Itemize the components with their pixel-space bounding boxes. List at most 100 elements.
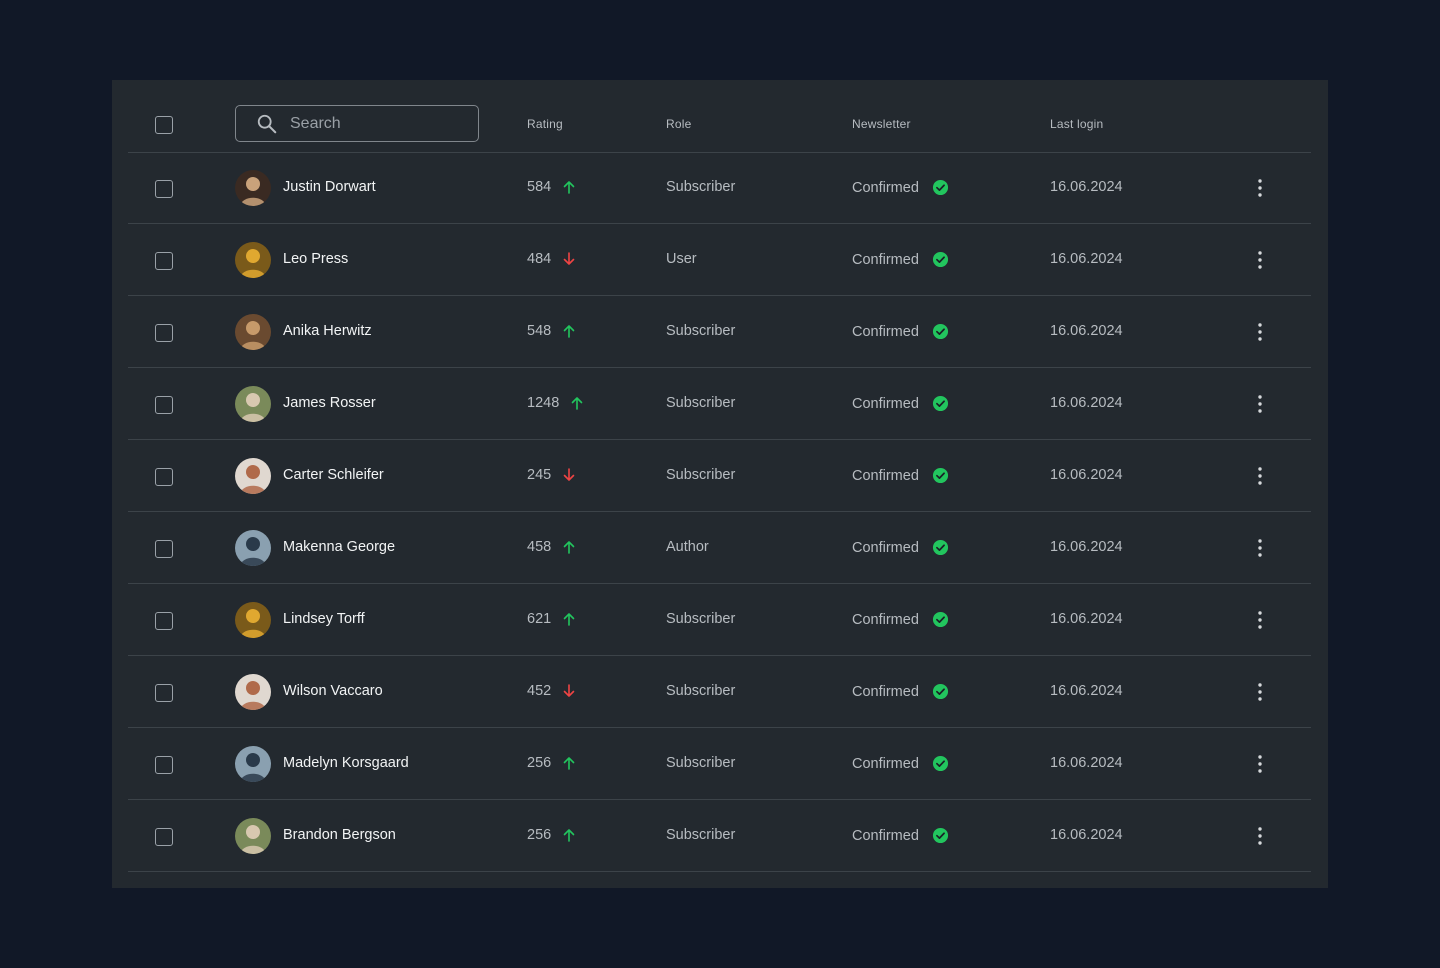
table-row[interactable]: Makenna George 458 Author Confirmed 16.06.20…	[128, 512, 1311, 584]
user-name[interactable]: Anika Herwitz	[283, 323, 372, 339]
row-checkbox[interactable]	[155, 684, 173, 702]
arrow-up-icon	[563, 613, 575, 626]
rating-value: 256	[527, 827, 552, 843]
last-login-cell: 16.06.2024	[1050, 251, 1123, 267]
table-row[interactable]: Carter Schleifer 245 Subscriber Confirmed 16…	[128, 440, 1311, 512]
more-options-icon[interactable]	[1250, 824, 1270, 848]
more-options-icon[interactable]	[1250, 176, 1270, 200]
table-row[interactable]: Leo Press 484 User Confirmed 16.06.2024	[128, 224, 1311, 296]
search-input[interactable]	[290, 106, 470, 141]
avatar	[235, 386, 271, 422]
role-cell: Subscriber	[666, 179, 736, 195]
user-name[interactable]: Madelyn Korsgaard	[283, 755, 409, 771]
users-table-panel: Rating Role Newsletter Last login Justin…	[112, 80, 1328, 888]
user-name[interactable]: Lindsey Torff	[283, 611, 365, 627]
user-name[interactable]: Makenna George	[283, 539, 395, 555]
check-circle-icon	[932, 179, 948, 196]
rating-value: 584	[527, 179, 552, 195]
more-options-icon[interactable]	[1250, 680, 1270, 704]
rating-value: 484	[527, 251, 552, 267]
newsletter-status: Confirmed	[852, 611, 919, 628]
select-all-checkbox[interactable]	[155, 116, 173, 134]
row-checkbox[interactable]	[155, 828, 173, 846]
avatar	[235, 818, 271, 854]
more-options-icon[interactable]	[1250, 320, 1270, 344]
avatar	[235, 530, 271, 566]
role-cell: Subscriber	[666, 683, 736, 699]
newsletter-cell: Confirmed	[852, 683, 949, 700]
user-name[interactable]: Carter Schleifer	[283, 467, 384, 483]
last-login-cell: 16.06.2024	[1050, 539, 1123, 555]
newsletter-cell: Confirmed	[852, 467, 949, 484]
table-row[interactable]: Brandon Bergson 256 Subscriber Confirmed 16.…	[128, 800, 1311, 872]
more-options-icon[interactable]	[1250, 752, 1270, 776]
arrow-up-icon	[563, 757, 575, 770]
search-box[interactable]	[235, 105, 479, 142]
rating-value: 548	[527, 323, 552, 339]
row-checkbox[interactable]	[155, 180, 173, 198]
arrow-up-icon	[571, 397, 583, 410]
newsletter-status: Confirmed	[852, 251, 919, 268]
last-login-cell: 16.06.2024	[1050, 683, 1123, 699]
table-row[interactable]: Lindsey Torff 621 Subscriber Confirmed 16.06…	[128, 584, 1311, 656]
last-login-cell: 16.06.2024	[1050, 611, 1123, 627]
table-row[interactable]: James Rosser 1248 Subscriber Confirmed 16.06…	[128, 368, 1311, 440]
user-name[interactable]: Justin Dorwart	[283, 179, 376, 195]
check-circle-icon	[932, 539, 948, 556]
row-checkbox[interactable]	[155, 756, 173, 774]
table-row[interactable]: Wilson Vaccaro 452 Subscriber Confirmed 16.0…	[128, 656, 1311, 728]
arrow-up-icon	[563, 181, 575, 194]
column-header-last-login[interactable]: Last login	[1050, 117, 1103, 131]
row-checkbox[interactable]	[155, 396, 173, 414]
row-checkbox[interactable]	[155, 612, 173, 630]
row-checkbox[interactable]	[155, 324, 173, 342]
column-header-role[interactable]: Role	[666, 117, 691, 131]
table-row[interactable]: Justin Dorwart 584 Subscriber Confirmed 16.0…	[128, 152, 1311, 224]
column-header-newsletter[interactable]: Newsletter	[852, 117, 911, 131]
newsletter-status: Confirmed	[852, 467, 919, 484]
user-name[interactable]: Leo Press	[283, 251, 348, 267]
column-header-rating[interactable]: Rating	[527, 117, 563, 131]
user-name[interactable]: James Rosser	[283, 395, 376, 411]
rating-cell: 1248	[527, 395, 583, 411]
last-login-cell: 16.06.2024	[1050, 395, 1123, 411]
table-row[interactable]: Anika Herwitz 548 Subscriber Confirmed 16.06…	[128, 296, 1311, 368]
user-name[interactable]: Wilson Vaccaro	[283, 683, 383, 699]
more-options-icon[interactable]	[1250, 392, 1270, 416]
arrow-down-icon	[563, 684, 575, 697]
row-checkbox[interactable]	[155, 540, 173, 558]
rating-value: 1248	[527, 395, 560, 411]
table-header: Rating Role Newsletter Last login	[128, 80, 1311, 153]
user-name[interactable]: Brandon Bergson	[283, 827, 396, 843]
avatar	[235, 458, 271, 494]
check-circle-icon	[932, 395, 948, 412]
rating-cell: 621	[527, 611, 575, 627]
more-options-icon[interactable]	[1250, 536, 1270, 560]
avatar	[235, 674, 271, 710]
avatar	[235, 314, 271, 350]
last-login-cell: 16.06.2024	[1050, 467, 1123, 483]
table-row[interactable]: Madelyn Korsgaard 256 Subscriber Confirmed 1…	[128, 728, 1311, 800]
newsletter-status: Confirmed	[852, 539, 919, 556]
role-cell: Author	[666, 539, 709, 555]
more-options-icon[interactable]	[1250, 608, 1270, 632]
newsletter-status: Confirmed	[852, 395, 919, 412]
row-checkbox[interactable]	[155, 252, 173, 270]
more-options-icon[interactable]	[1250, 248, 1270, 272]
rating-cell: 256	[527, 755, 575, 771]
avatar	[235, 602, 271, 638]
role-cell: Subscriber	[666, 467, 736, 483]
check-circle-icon	[932, 251, 948, 268]
more-options-icon[interactable]	[1250, 464, 1270, 488]
row-checkbox[interactable]	[155, 468, 173, 486]
newsletter-cell: Confirmed	[852, 539, 949, 556]
check-circle-icon	[932, 683, 948, 700]
check-circle-icon	[932, 827, 948, 844]
rating-cell: 584	[527, 179, 575, 195]
avatar	[235, 242, 271, 278]
rating-value: 245	[527, 467, 552, 483]
last-login-cell: 16.06.2024	[1050, 179, 1123, 195]
role-cell: Subscriber	[666, 755, 736, 771]
avatar	[235, 170, 271, 206]
rating-value: 458	[527, 539, 552, 555]
